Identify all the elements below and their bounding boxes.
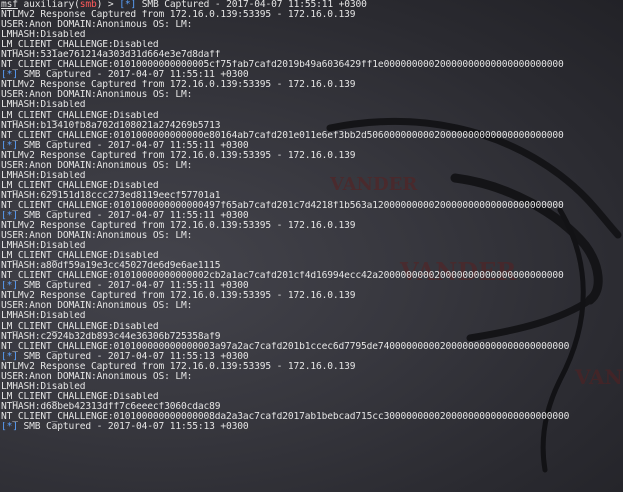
terminal-line: NTHASH:a80df59a19e3cc45027de6d9e6ae1115 — [1, 261, 221, 272]
status-text: SMB Captured - 2017-04-07 11:55:11 +0300 — [17, 281, 249, 292]
terminal-line: LM_CLIENT_CHALLENGE:Disabled — [1, 391, 159, 402]
prompt-arrow: ) > — [96, 0, 120, 10]
status-tag: [*] — [1, 281, 18, 292]
status-text: SMB Captured - 2017-04-07 11:55:11 +0300 — [17, 140, 249, 151]
terminal-line: NTHASH:629151d18ccc273ed8119eecf57701a1 — [1, 190, 221, 201]
terminal-line: NTHASH:531ae761214a303d31d664e3e7d8daff — [1, 50, 221, 61]
terminal-line: LM_CLIENT_CHALLENGE:Disabled — [1, 40, 159, 51]
status-tag: [*] — [1, 210, 18, 221]
status-tag: [*] — [1, 351, 18, 362]
terminal-output: msf auxiliary(smb) > [*] SMB Captured - … — [1, 0, 623, 432]
prompt-module-prefix: auxiliary( — [17, 0, 80, 10]
terminal-line: USER:Anon DOMAIN:Anonimous OS: LM: — [1, 90, 193, 101]
terminal-window[interactable]: VANDER VANDER VANDER msf auxiliary(smb) … — [0, 0, 623, 492]
terminal-line: USER:Anon DOMAIN:Anonimous OS: LM: — [1, 301, 193, 312]
terminal-line: [*] SMB Captured - 2017-04-07 11:55:11 +… — [1, 141, 623, 151]
status-tag: [*] — [119, 0, 137, 10]
status-text: SMB Captured - 2017-04-07 11:55:11 +0300 — [136, 0, 367, 10]
terminal-line: NTHASH:c2924b32db893c44e36306b725358af9 — [1, 331, 221, 342]
terminal-line: NT_CLIENT_CHALLENGE:010100000000000008da… — [1, 411, 570, 422]
status-tag: [*] — [1, 421, 18, 432]
terminal-line: LM_CLIENT_CHALLENGE:Disabled — [1, 321, 159, 332]
terminal-line: NT_CLIENT_CHALLENGE:010100000000000003a9… — [1, 341, 570, 352]
status-text: SMB Captured - 2017-04-07 11:55:13 +0300 — [17, 421, 249, 432]
terminal-line: LMHASH:Disabled — [1, 30, 86, 41]
terminal-line: LMHASH:Disabled — [1, 311, 86, 322]
status-text: SMB Captured - 2017-04-07 11:55:13 +0300 — [17, 351, 249, 362]
terminal-line: [*] SMB Captured - 2017-04-07 11:55:11 +… — [1, 211, 623, 221]
status-tag: [*] — [1, 140, 18, 151]
terminal-line: USER:Anon DOMAIN:Anonimous OS: LM: — [1, 160, 193, 171]
terminal-line: [*] SMB Captured - 2017-04-07 11:55:11 +… — [1, 70, 623, 80]
terminal-line: [*] SMB Captured - 2017-04-07 11:55:11 +… — [1, 281, 623, 291]
terminal-line: NT_CLIENT_CHALLENGE:01010000000000002cb2… — [1, 271, 564, 282]
terminal-line: USER:Anon DOMAIN:Anonimous OS: LM: — [1, 20, 193, 31]
terminal-line: LMHASH:Disabled — [1, 100, 86, 111]
terminal-line: NT_CLIENT_CHALLENGE:0101000000000000497f… — [1, 200, 564, 211]
terminal-line: NTHASH:b13410fb8a702d108021a274269b5713 — [1, 120, 221, 131]
status-text: SMB Captured - 2017-04-07 11:55:11 +0300 — [17, 70, 249, 81]
terminal-line: LM_CLIENT_CHALLENGE:Disabled — [1, 110, 159, 121]
status-tag: [*] — [1, 70, 18, 81]
terminal-line: LMHASH:Disabled — [1, 170, 86, 181]
prompt-msf: msf — [1, 0, 18, 10]
terminal-line: NTLMv2 Response Captured from 172.16.0.1… — [1, 291, 356, 302]
terminal-line: NTLMv2 Response Captured from 172.16.0.1… — [1, 10, 356, 21]
prompt-module: smb — [79, 0, 97, 10]
terminal-line: USER:Anon DOMAIN:Anonimous OS: LM: — [1, 231, 193, 242]
terminal-line: [*] SMB Captured - 2017-04-07 11:55:13 +… — [1, 422, 623, 432]
terminal-line: LM_CLIENT_CHALLENGE:Disabled — [1, 180, 159, 191]
terminal-line: NTHASH:d68beb42313dff7c6eeecf3060cdac89 — [1, 401, 221, 412]
terminal-line: NTLMv2 Response Captured from 172.16.0.1… — [1, 361, 356, 372]
terminal-line: NTLMv2 Response Captured from 172.16.0.1… — [1, 150, 356, 161]
terminal-line: LMHASH:Disabled — [1, 241, 86, 252]
terminal-line: msf auxiliary(smb) > [*] SMB Captured - … — [1, 0, 623, 10]
status-text: SMB Captured - 2017-04-07 11:55:11 +0300 — [17, 210, 249, 221]
terminal-line: USER:Anon DOMAIN:Anonimous OS: LM: — [1, 371, 193, 382]
terminal-line: [*] SMB Captured - 2017-04-07 11:55:13 +… — [1, 352, 623, 362]
terminal-line: NTLMv2 Response Captured from 172.16.0.1… — [1, 221, 356, 232]
terminal-line: NT_CLIENT_CHALLENGE:0101000000000000e801… — [1, 130, 564, 141]
terminal-line: LM_CLIENT_CHALLENGE:Disabled — [1, 251, 159, 262]
terminal-line: NT_CLIENT_CHALLENGE:01010000000000005cf7… — [1, 60, 564, 71]
terminal-line: LMHASH:Disabled — [1, 381, 86, 392]
terminal-line: NTLMv2 Response Captured from 172.16.0.1… — [1, 80, 356, 91]
